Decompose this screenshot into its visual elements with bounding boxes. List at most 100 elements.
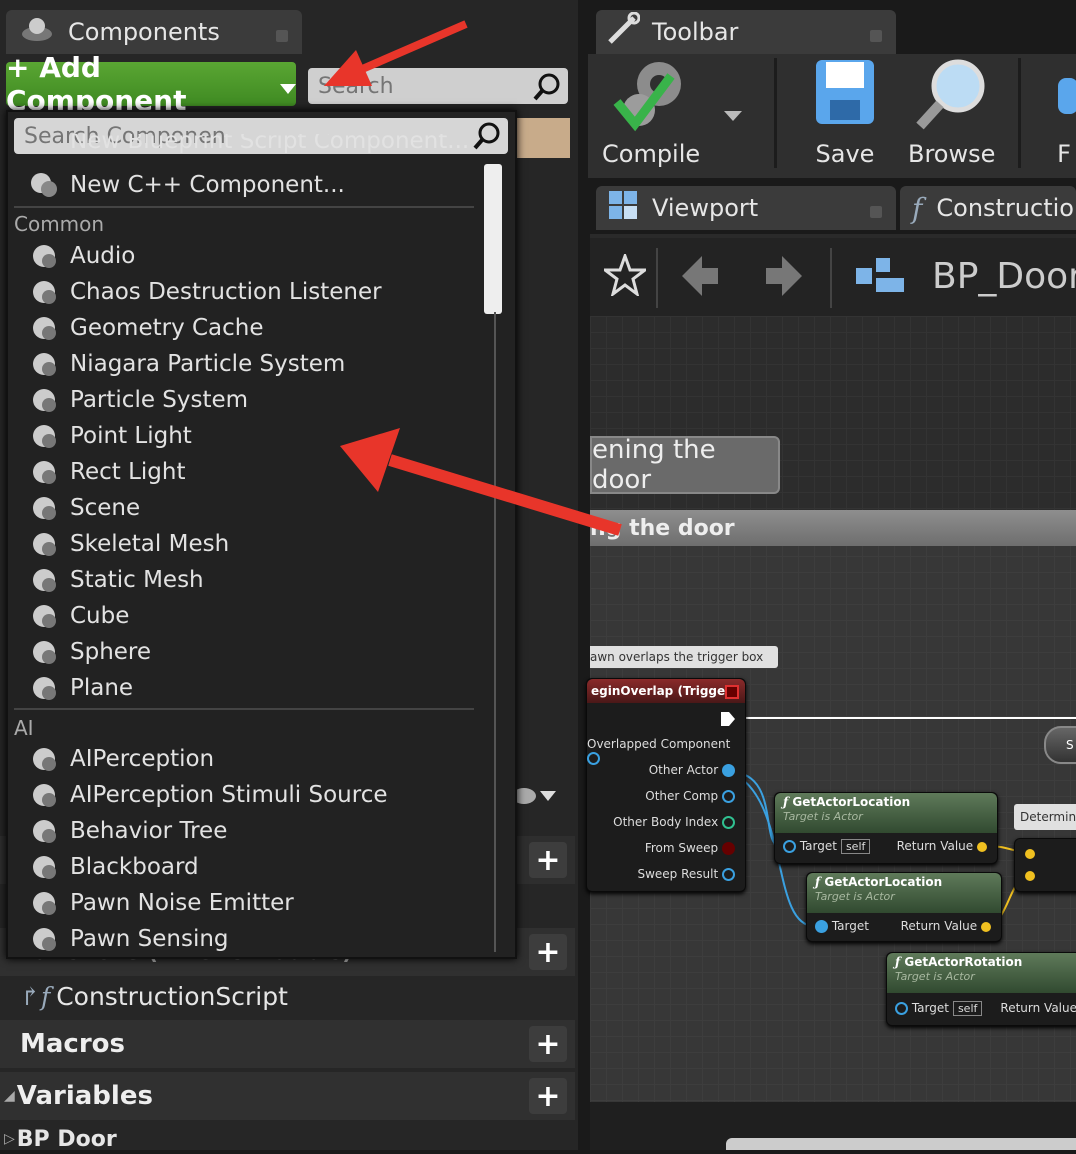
macros-label: Macros (20, 1029, 125, 1059)
event-node-title: eginOverlap (Trigger) (587, 679, 745, 703)
menu-item-new-cpp[interactable]: New C++ Component... (8, 168, 478, 202)
construction-script-tab[interactable]: f Constructio (900, 186, 1076, 230)
pin-target[interactable]: Target (815, 919, 869, 933)
math-node[interactable] (1014, 838, 1076, 892)
menu-item-chaos-destruction-listener[interactable]: Chaos Destruction Listener (8, 275, 478, 309)
construction-script-item[interactable]: ↱f ConstructionScript (0, 976, 575, 1016)
add-component-button[interactable]: + Add Component (6, 51, 296, 117)
menu-item-cube[interactable]: Cube (8, 599, 478, 633)
menu-item-static-mesh[interactable]: Static Mesh (8, 563, 478, 597)
pin-target[interactable]: Target self (783, 839, 871, 854)
selected-row-highlight (514, 118, 570, 158)
macros-row[interactable]: Macros + (0, 1020, 575, 1068)
components-tab[interactable]: Components (6, 10, 302, 54)
compile-label: Compile (602, 140, 701, 168)
scrollbar-track[interactable] (494, 312, 496, 952)
get-actor-location-node[interactable]: ƒ GetActorLocation Target is Actor Target… (774, 792, 998, 864)
event-begin-overlap-node[interactable]: eginOverlap (Trigger) Overlapped Compone… (586, 678, 746, 892)
pin-other-actor[interactable]: Other Actor (649, 763, 735, 777)
pin-b[interactable] (1025, 871, 1035, 881)
menu-item-scene[interactable]: Scene (8, 491, 478, 525)
menu-item-point-light[interactable]: Point Light (8, 419, 478, 453)
close-icon[interactable] (276, 30, 288, 42)
menu-item-skeletal-mesh[interactable]: Skeletal Mesh (8, 527, 478, 561)
component-icon (28, 134, 60, 162)
navbar-separator (656, 248, 658, 308)
toolbar-partial-button[interactable]: F (1052, 54, 1076, 168)
eye-icon[interactable] (510, 782, 560, 812)
component-icon (28, 457, 60, 487)
component-icon (28, 565, 60, 595)
favorite-star-icon[interactable] (600, 251, 650, 300)
pin-overlapped-component[interactable]: Overlapped Component (587, 737, 735, 765)
compile-options-chevron-icon[interactable] (724, 108, 742, 127)
menu-item-aiperception-stimuli-source[interactable]: AIPerception Stimuli Source (8, 778, 478, 812)
compile-button[interactable]: Compile (602, 54, 700, 168)
event-delegate-icon[interactable] (725, 685, 739, 699)
browse-button[interactable]: Browse (908, 54, 995, 168)
search-field[interactable] (308, 68, 568, 104)
menu-item-audio[interactable]: Audio (8, 239, 478, 273)
component-icon (28, 816, 60, 846)
menu-item-particle-system[interactable]: Particle System (8, 383, 478, 417)
menu-item-behavior-tree[interactable]: Behavior Tree (8, 814, 478, 848)
get-actor-location-node-2[interactable]: ƒ GetActorLocation Target is Actor Target… (806, 872, 1002, 942)
function-icon: ƒ (895, 955, 905, 969)
get-actor-rotation-node[interactable]: ƒ GetActorRotation Target is Actor Target… (886, 952, 1076, 1026)
add-macro-button[interactable]: + (529, 1026, 567, 1062)
variables-row[interactable]: ◢ Variables + (0, 1072, 575, 1120)
forward-arrow-icon[interactable] (764, 254, 804, 302)
menu-item-pawn-sensing[interactable]: Pawn Sensing (8, 922, 478, 956)
pin-other-body-index[interactable]: Other Body Index (613, 815, 735, 829)
menu-item-niagara-particle-system[interactable]: Niagara Particle System (8, 347, 478, 381)
viewport-tab[interactable]: Viewport (596, 186, 896, 230)
menu-item-aiperception[interactable]: AIPerception (8, 742, 478, 776)
scrollbar-thumb[interactable] (484, 164, 502, 314)
add-graph-button[interactable]: + (529, 842, 567, 878)
pin-sweep-result[interactable]: Sweep Result (637, 867, 735, 881)
pin-from-sweep[interactable]: From Sweep (645, 841, 735, 855)
navbar-separator (830, 248, 832, 308)
pin-return-value[interactable]: Return Value (897, 839, 987, 853)
construction-tab-label: Constructio (936, 194, 1074, 222)
toolbar-tab[interactable]: Toolbar (596, 10, 896, 54)
pin-a[interactable] (1025, 849, 1035, 859)
menu-item-sphere[interactable]: Sphere (8, 635, 478, 669)
browse-label: Browse (908, 140, 996, 168)
menu-item-blackboard[interactable]: Blackboard (8, 850, 478, 884)
breadcrumb-bp-door[interactable]: BP_Door (932, 256, 1076, 297)
menu-item-plane[interactable]: Plane (8, 671, 478, 705)
back-arrow-icon[interactable] (680, 254, 720, 302)
menu-item-geometry-cache[interactable]: Geometry Cache (8, 311, 478, 345)
construction-script-label: ConstructionScript (56, 981, 288, 1011)
component-icon (28, 924, 60, 954)
close-icon[interactable] (870, 206, 882, 218)
add-component-dropdown: New Blueprint Script Component... New C+… (6, 110, 517, 959)
graph-canvas[interactable]: ening the door ng the door awn overlaps … (586, 316, 1076, 1102)
partial-node-s[interactable]: S (1044, 726, 1076, 764)
close-icon[interactable] (870, 30, 882, 42)
magnifier-icon (912, 54, 992, 140)
pin-target[interactable]: Target self (895, 1001, 983, 1016)
exec-pin-icon[interactable] (721, 711, 735, 730)
pin-return-value[interactable]: Return Value (1000, 1001, 1076, 1015)
add-variable-button[interactable]: + (529, 1078, 567, 1114)
components-panel: Components + Add Component + Functions (… (0, 0, 578, 1152)
save-icon (810, 54, 880, 140)
category-ai: AI (14, 716, 34, 740)
component-icon (28, 852, 60, 882)
blueprint-icon (856, 258, 906, 298)
component-icon (28, 888, 60, 918)
pin-return-value[interactable]: Return Value (901, 919, 991, 933)
menu-item-rect-light[interactable]: Rect Light (8, 455, 478, 489)
partial-icon (1052, 54, 1076, 140)
horizontal-scrollbar[interactable] (726, 1138, 1076, 1150)
save-button[interactable]: Save (810, 54, 880, 168)
add-function-button[interactable]: + (529, 934, 567, 970)
chevron-down-icon (280, 68, 296, 101)
search-input[interactable] (308, 68, 528, 104)
menu-item-pawn-noise-emitter[interactable]: Pawn Noise Emitter (8, 886, 478, 920)
divider (14, 206, 474, 208)
menu-item-new-blueprint[interactable]: New Blueprint Script Component... (8, 134, 478, 162)
pin-other-comp[interactable]: Other Comp (645, 789, 735, 803)
